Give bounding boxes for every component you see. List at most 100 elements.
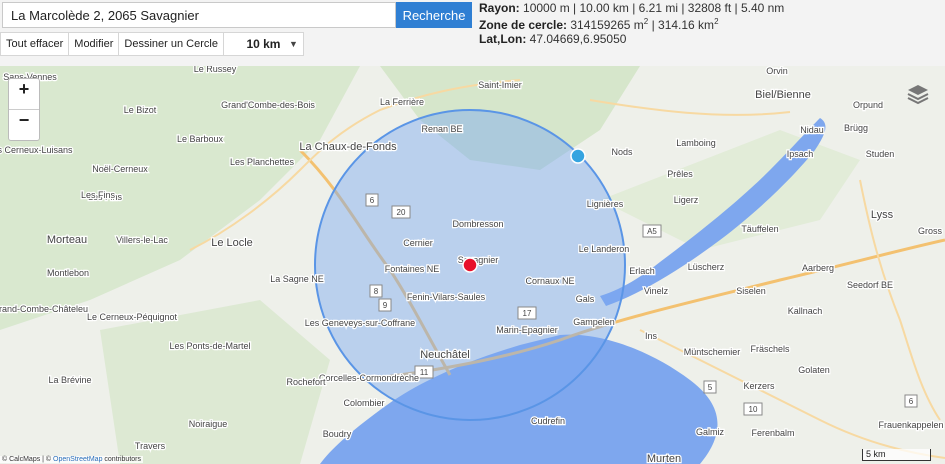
place-label: Fenin-Vilars-Saules xyxy=(407,292,486,302)
top-panel: Recherche Tout effacer Modifier Dessiner… xyxy=(0,0,945,66)
place-label: Nods xyxy=(611,147,633,157)
road-shield-label: 5 xyxy=(708,383,713,392)
place-label: Seedorf BE xyxy=(847,280,893,290)
place-label: Rochefort xyxy=(286,377,326,387)
center-marker[interactable] xyxy=(462,257,478,273)
place-label: Fräschels xyxy=(750,344,790,354)
attribution-suffix: contributors xyxy=(102,456,141,463)
place-label: Biel/Bienne xyxy=(755,89,811,101)
place-label: Müntschemier xyxy=(684,347,741,357)
place-label: Noiraigue xyxy=(189,419,228,429)
place-label: Gampelen xyxy=(573,317,615,327)
place-label: Frauenkappelen xyxy=(878,420,943,430)
osm-link[interactable]: OpenStreetMap xyxy=(53,456,102,463)
place-label: Le Russey xyxy=(194,66,237,74)
edit-button[interactable]: Modifier xyxy=(69,33,120,55)
place-label: La Sagne NE xyxy=(270,274,324,284)
place-label: Siselen xyxy=(736,286,766,296)
place-label: Le Cerneux-Péquignot xyxy=(87,312,178,322)
area-km2-exponent: 2 xyxy=(714,17,719,26)
zoom-in-button[interactable]: + xyxy=(9,79,39,109)
latlon-line: Lat,Lon: 47.04669,6.95050 xyxy=(479,32,784,46)
place-label: Cornaux NE xyxy=(525,276,574,286)
place-label: Lyss xyxy=(871,209,894,221)
place-label: Grand'Combe-des-Bois xyxy=(221,100,315,110)
road-shield-label: 8 xyxy=(374,287,379,296)
place-label: La Chaux-de-Fonds xyxy=(299,141,397,153)
place-label: Kerzers xyxy=(743,381,775,391)
place-label: Ipsach xyxy=(787,149,814,159)
place-label: Grand-Combe-Châteleu xyxy=(0,304,88,314)
place-label: Gross xyxy=(918,226,943,236)
place-label: Täuffelen xyxy=(741,224,778,234)
place-label: Ligerz xyxy=(674,195,699,205)
place-label: Saint-Imier xyxy=(478,80,522,90)
place-label: Lamboing xyxy=(676,138,716,148)
road-shield-label: 6 xyxy=(909,397,914,406)
place-label: Studen xyxy=(866,149,895,159)
road-shield-label: 17 xyxy=(523,309,532,318)
place-label: Les Planchettes xyxy=(230,157,295,167)
zoom-out-button[interactable]: − xyxy=(9,109,39,140)
place-label: Erlach xyxy=(629,266,655,276)
place-label: Orpund xyxy=(853,100,883,110)
area-label: Zone de cercle: xyxy=(479,18,568,32)
place-label: Kallnach xyxy=(788,306,823,316)
area-km2: | 314.16 km xyxy=(648,18,715,32)
road-shield-label: 9 xyxy=(383,301,388,310)
place-label: Neuchâtel xyxy=(420,349,470,361)
attribution-prefix: © CalcMaps | © xyxy=(2,456,54,463)
place-label: Le Bizot xyxy=(124,105,157,115)
place-label: Le Locle xyxy=(211,237,253,249)
place-label: Montlebon xyxy=(47,268,89,278)
place-label: Le Landeron xyxy=(579,244,630,254)
tool-bar: Tout effacer Modifier Dessiner un Cercle… xyxy=(0,32,304,56)
place-label: Fontaines NE xyxy=(385,264,440,274)
circle-info: Rayon: 10000 m | 10.00 km | 6.21 mi | 32… xyxy=(479,1,784,46)
place-label: Orvin xyxy=(766,66,788,76)
address-search-input[interactable] xyxy=(2,2,396,28)
place-label: Galmiz xyxy=(696,427,725,437)
road-shield-label: 6 xyxy=(370,196,375,205)
edge-marker[interactable] xyxy=(570,148,586,164)
map-svg: 6 20 89 17 11 A5 5 10 6 Le Russey Grand'Combe-des… xyxy=(0,66,945,464)
place-label: Marin-Epagnier xyxy=(496,325,558,335)
area-line: Zone de cercle: 314159265 m 2 | 314.16 km… xyxy=(479,15,784,32)
place-label: Ins xyxy=(645,331,658,341)
place-label: Travers xyxy=(135,441,166,451)
chevron-down-icon: ▼ xyxy=(289,39,298,49)
clear-all-button[interactable]: Tout effacer xyxy=(1,33,70,55)
radius-select[interactable]: 10 km ▼ xyxy=(224,33,303,55)
scale-bar: 5 km xyxy=(862,449,931,461)
place-label: Boudry xyxy=(323,429,352,439)
place-label: Ferenbalm xyxy=(751,428,794,438)
place-label: La Ferrière xyxy=(380,97,424,107)
zoom-control: + − xyxy=(8,78,40,141)
place-label: Nidau xyxy=(800,125,824,135)
place-label: Lignières xyxy=(587,199,624,209)
layers-icon[interactable] xyxy=(906,82,930,106)
search-button[interactable]: Recherche xyxy=(396,2,472,28)
place-label: Les Fins xyxy=(81,190,116,200)
place-label: Noël-Cerneux xyxy=(92,164,148,174)
area-m2: 314159265 m xyxy=(570,18,644,32)
latlon-label: Lat,Lon: xyxy=(479,32,527,46)
place-label: Brügg xyxy=(844,123,868,133)
place-label: Les Cerneux-Luisans xyxy=(0,145,73,155)
draw-circle-button[interactable]: Dessiner un Cercle xyxy=(119,33,224,55)
place-label: Vinelz xyxy=(644,286,669,296)
place-label: Cudrefin xyxy=(531,416,565,426)
place-label: Murten xyxy=(647,453,681,464)
road-shield-label: 20 xyxy=(397,208,406,217)
road-shield-label: 11 xyxy=(420,368,429,377)
place-label: Renan BE xyxy=(421,124,462,134)
place-label: Dombresson xyxy=(452,219,503,229)
radius-value: 10000 m | 10.00 km | 6.21 mi | 32808 ft … xyxy=(523,1,785,15)
attribution: © CalcMaps | © OpenStreetMap contributor… xyxy=(0,456,143,463)
place-label: Colombier xyxy=(343,398,384,408)
latlon-value: 47.04669,6.95050 xyxy=(529,32,627,46)
map-canvas[interactable]: 6 20 8 9 17 11 A5 5 10 6 Le Russey Grand'Combe-des… xyxy=(0,66,945,464)
place-label: Les Geneveys-sur-Coffrane xyxy=(305,318,415,328)
place-label: Le Barboux xyxy=(177,134,224,144)
place-label: Cernier xyxy=(403,238,433,248)
